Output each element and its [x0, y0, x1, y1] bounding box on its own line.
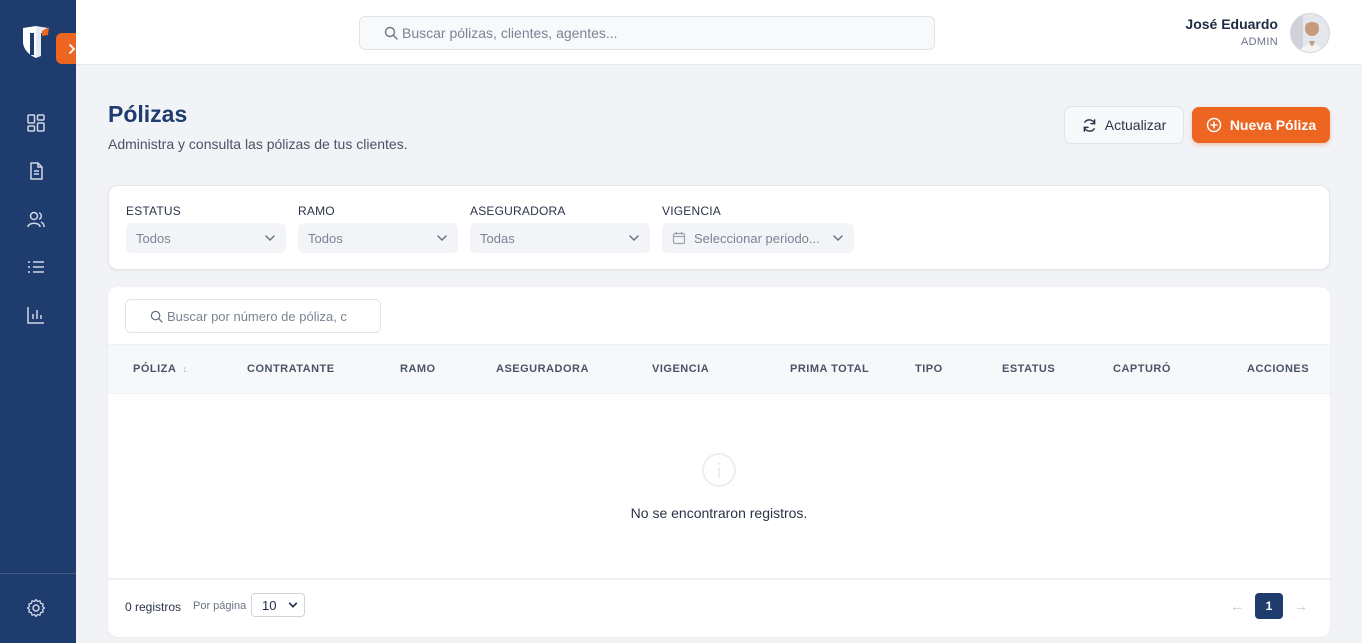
sidebar-item-dashboard[interactable]: [24, 111, 48, 135]
new-policy-label: Nueva Póliza: [1229, 117, 1317, 133]
chevron-down-icon: [265, 235, 275, 242]
chevron-down-icon: [833, 235, 843, 242]
filter-vigencia-label: VIGENCIA: [662, 204, 721, 218]
filter-status-select[interactable]: Todos: [126, 223, 286, 253]
refresh-icon: [1083, 118, 1096, 132]
chevron-down-icon: [437, 235, 447, 242]
column-header-tipo: TIPO: [915, 363, 943, 375]
page-subtitle: Administra y consulta las pólizas de tus…: [108, 136, 408, 152]
settings-icon: [26, 598, 46, 618]
chart-icon: [27, 307, 44, 324]
column-header-capturo: CAPTURÓ: [1113, 363, 1171, 375]
filter-ramo-select[interactable]: Todos: [298, 223, 458, 253]
users-icon: [27, 211, 45, 228]
table-footer: 0 registros Por página 10 ← 1 →: [108, 578, 1330, 637]
filter-aseguradora-label: ASEGURADORA: [470, 204, 566, 218]
top-bar: José Eduardo ADMIN: [76, 0, 1362, 65]
list-icon: [28, 261, 44, 273]
column-header-contratante: CONTRATANTE: [247, 363, 335, 375]
global-search-input[interactable]: [402, 25, 922, 41]
filters-panel: ESTATUS Todos RAMO Todos ASEGURADORA Tod…: [108, 185, 1330, 270]
previous-page-button[interactable]: ←: [1230, 598, 1244, 614]
column-header-label: PÓLIZA: [133, 363, 176, 375]
sidebar-item-policies[interactable]: [24, 159, 48, 183]
chevron-down-icon: [288, 602, 298, 608]
column-header-aseguradora: ASEGURADORA: [496, 363, 589, 375]
refresh-button[interactable]: Actualizar: [1064, 106, 1184, 144]
filter-aseguradora-select[interactable]: Todas: [470, 223, 650, 253]
user-photo-icon: [1291, 14, 1329, 52]
column-header-vigencia: VIGENCIA: [652, 363, 710, 375]
page-button-current[interactable]: 1: [1255, 593, 1283, 619]
record-count: 0 registros: [125, 600, 182, 614]
dashboard-icon: [27, 114, 45, 132]
document-icon: [30, 162, 43, 180]
refresh-label: Actualizar: [1104, 117, 1167, 133]
filter-status-value: Todos: [136, 230, 171, 246]
per-page-label: Por página: [193, 600, 247, 612]
table-search[interactable]: [125, 299, 381, 333]
avatar[interactable]: [1290, 13, 1330, 53]
sort-icon[interactable]: ↕: [183, 364, 188, 374]
per-page-select[interactable]: 10: [251, 593, 305, 617]
sidebar-item-list[interactable]: [24, 255, 48, 279]
filter-ramo-label: RAMO: [298, 204, 335, 218]
next-page-button[interactable]: →: [1294, 598, 1308, 614]
sidebar-item-settings[interactable]: [24, 596, 48, 620]
user-name: José Eduardo: [1185, 16, 1278, 32]
filter-ramo-value: Todos: [308, 230, 343, 246]
table-header: PÓLIZA ↕ CONTRATANTE RAMO ASEGURADORA VI…: [108, 344, 1330, 394]
user-role: ADMIN: [1241, 36, 1278, 48]
filter-aseguradora-value: Todas: [480, 230, 515, 246]
per-page-value: 10: [262, 597, 277, 613]
empty-state-message: No se encontraron registros.: [630, 505, 808, 521]
filter-status-label: ESTATUS: [126, 204, 181, 218]
plus-circle-icon: [1206, 117, 1222, 133]
column-header-ramo: RAMO: [400, 363, 436, 375]
sidebar-item-reports[interactable]: [24, 303, 48, 327]
global-search[interactable]: [359, 16, 935, 50]
brand-logo[interactable]: [20, 25, 52, 61]
search-icon: [150, 310, 163, 323]
column-header-acciones: ACCIONES: [1247, 363, 1310, 375]
column-header-poliza[interactable]: PÓLIZA ↕: [133, 363, 188, 375]
sidebar: [0, 0, 88, 643]
sidebar-divider: [0, 573, 76, 574]
search-icon: [384, 26, 398, 40]
filter-vigencia-select[interactable]: Seleccionar periodo...: [662, 223, 854, 253]
page-title: Pólizas: [108, 101, 188, 127]
policies-table: PÓLIZA ↕ CONTRATANTE RAMO ASEGURADORA VI…: [108, 287, 1330, 637]
column-header-prima-total: PRIMA TOTAL: [790, 363, 870, 375]
calendar-icon: [672, 232, 686, 245]
column-header-estatus: ESTATUS: [1002, 363, 1056, 375]
sidebar-item-clients[interactable]: [24, 207, 48, 231]
new-policy-button[interactable]: Nueva Póliza: [1192, 107, 1330, 143]
chevron-down-icon: [629, 235, 639, 242]
table-search-input[interactable]: [167, 308, 367, 324]
filter-vigencia-value: Seleccionar periodo...: [694, 230, 820, 246]
info-icon: [701, 452, 737, 488]
